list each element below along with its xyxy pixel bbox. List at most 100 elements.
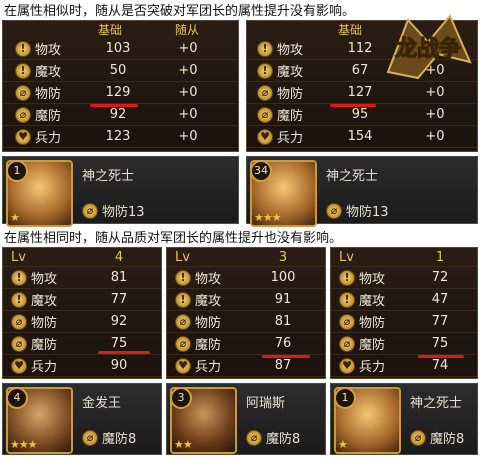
lv-value: 4 [114,249,124,265]
follower-card[interactable]: 34 ★★★ 神之死士 ⌀ 物防13 [246,156,478,227]
level-row: Lv 1 [331,248,477,267]
star-rating: ★★ [174,438,193,451]
troops-icon: ♥ [11,357,27,374]
stats-panel-bottom-2: Lv 3 ! 物攻 100 ! 魔攻 91 ⌀ 物防 81 ⌀ 魔防 76 ♥ 兵力 87 [166,247,326,379]
hero-stat-value: 魔防8 [266,432,301,447]
stat-base: 123 [105,129,131,144]
hero-portrait: 4 ★★★ [6,387,73,454]
magic-defense-icon: ⌀ [15,106,31,123]
stat-base: 74 [431,358,449,373]
stat-label: 魔攻 [277,65,304,80]
magic-attack-icon: ! [11,291,27,308]
lv-value: 3 [278,249,288,265]
stat-row: ! 物攻 100 [167,267,325,289]
level-badge: 4 [6,387,28,409]
stat-base: 81 [274,314,292,329]
stat-row: ⌀ 物防 129 +0 [3,82,238,104]
star-rating: ★★★ [254,211,282,224]
attack-icon: ! [15,40,31,57]
hero-stat: ⌀ 物防13 [326,201,389,220]
stat-base: 100 [270,270,296,285]
star-rating: ★★★ [10,438,38,451]
magic-defense-icon: ⌀ [257,106,273,123]
stat-base: 77 [431,314,449,329]
game-logo: 龙战争 [386,14,472,80]
lv-value: 1 [435,249,445,265]
level-row: Lv 4 [3,248,161,267]
follower-card[interactable]: 1 ★ 神之死士 ⌀ 魔防8 [330,383,478,455]
stat-row: ⌀ 物防 81 [167,311,325,333]
defense-icon: ⌀ [11,313,27,330]
attack-icon: ! [175,269,191,286]
stat-label: 物攻 [35,43,62,58]
stat-row: ! 物攻 81 [3,267,161,289]
stat-label: 物攻 [277,43,304,58]
stat-base: 87 [274,358,292,373]
level-badge: 1 [334,387,356,409]
magic-defense-icon: ⌀ [410,429,426,446]
stat-label: 物防 [195,316,222,331]
attack-icon: ! [11,269,27,286]
defense-icon: ⌀ [339,313,355,330]
stat-base: 95 [351,107,369,122]
stat-base: 92 [110,314,128,329]
follower-card[interactable]: 3 ★★ 阿瑞斯 ⌀ 魔防8 [166,383,326,455]
follower-card[interactable]: 1 ★ 神之死士 ⌀ 物防13 [2,156,239,227]
stat-base: 76 [274,336,292,351]
stat-row: ⌀ 物防 92 [3,311,161,333]
stat-base: 50 [109,63,127,78]
level-badge: 34 [250,160,272,182]
highlight-underline [90,104,138,107]
stats-panel-top-left: 基础 随从 ! 物攻 103 +0 ! 魔攻 50 +0 ⌀ 物防 129 +0 ⌀ 魔… [2,20,239,152]
hero-stat-value: 物防13 [346,205,389,220]
stat-row: ⌀ 物防 127 +0 [247,82,477,104]
stat-bonus: +0 [425,107,445,122]
stat-base: 92 [109,107,127,122]
stat-bonus: +0 [178,107,198,122]
magic-defense-icon: ⌀ [339,335,355,352]
hero-portrait: 3 ★★ [170,387,237,454]
stat-label: 魔防 [195,338,222,353]
hero-stat: ⌀ 魔防8 [410,428,464,447]
stat-base: 129 [105,85,131,100]
stat-label: 物攻 [359,272,386,287]
highlight-underline [98,351,150,354]
highlight-underline [262,355,310,358]
stat-row: ! 魔攻 77 [3,289,161,311]
stat-label: 兵力 [35,131,62,146]
level-badge: 3 [170,387,192,409]
stat-row: ! 魔攻 50 +0 [3,60,238,82]
stat-label: 魔攻 [195,294,222,309]
stat-row: ! 物攻 103 +0 [3,38,238,60]
stat-row: ♥ 兵力 90 [3,355,161,377]
stat-label: 魔防 [359,338,386,353]
stat-label: 物防 [31,316,58,331]
stat-label: 魔攻 [359,294,386,309]
stat-label: 兵力 [195,360,222,375]
stats-panel-bottom-1: Lv 4 ! 物攻 81 ! 魔攻 77 ⌀ 物防 92 ⌀ 魔防 75 ♥ 兵力 90 [2,247,162,379]
stats-panel-bottom-3: Lv 1 ! 物攻 72 ! 魔攻 47 ⌀ 物防 77 ⌀ 魔防 75 ♥ 兵力 74 [330,247,478,379]
defense-icon: ⌀ [326,202,342,219]
logo-text: 龙战争 [395,36,461,62]
hero-stat: ⌀ 物防13 [82,201,145,220]
stat-bonus: +0 [178,41,198,56]
follower-card[interactable]: 4 ★★★ 金发王 ⌀ 魔防8 [2,383,162,455]
hero-portrait: 1 ★ [334,387,401,454]
hero-name: 神之死士 [82,169,135,184]
stat-base: 103 [105,41,131,56]
stat-base: 81 [110,270,128,285]
hero-stat: ⌀ 魔防8 [82,428,136,447]
header-base: 基础 [337,23,362,37]
magic-attack-icon: ! [175,291,191,308]
stat-row: ! 魔攻 91 [167,289,325,311]
stat-bonus: +0 [178,63,198,78]
stat-label: 魔攻 [35,65,62,80]
highlight-underline [330,104,376,107]
hero-portrait: 34 ★★★ [250,160,317,227]
hero-name: 阿瑞斯 [246,396,286,411]
lv-label: Lv [339,249,354,265]
stat-label: 物攻 [195,272,222,287]
stat-label: 魔防 [277,109,304,124]
hero-stat-value: 魔防8 [430,432,465,447]
stat-base: 75 [431,336,449,351]
